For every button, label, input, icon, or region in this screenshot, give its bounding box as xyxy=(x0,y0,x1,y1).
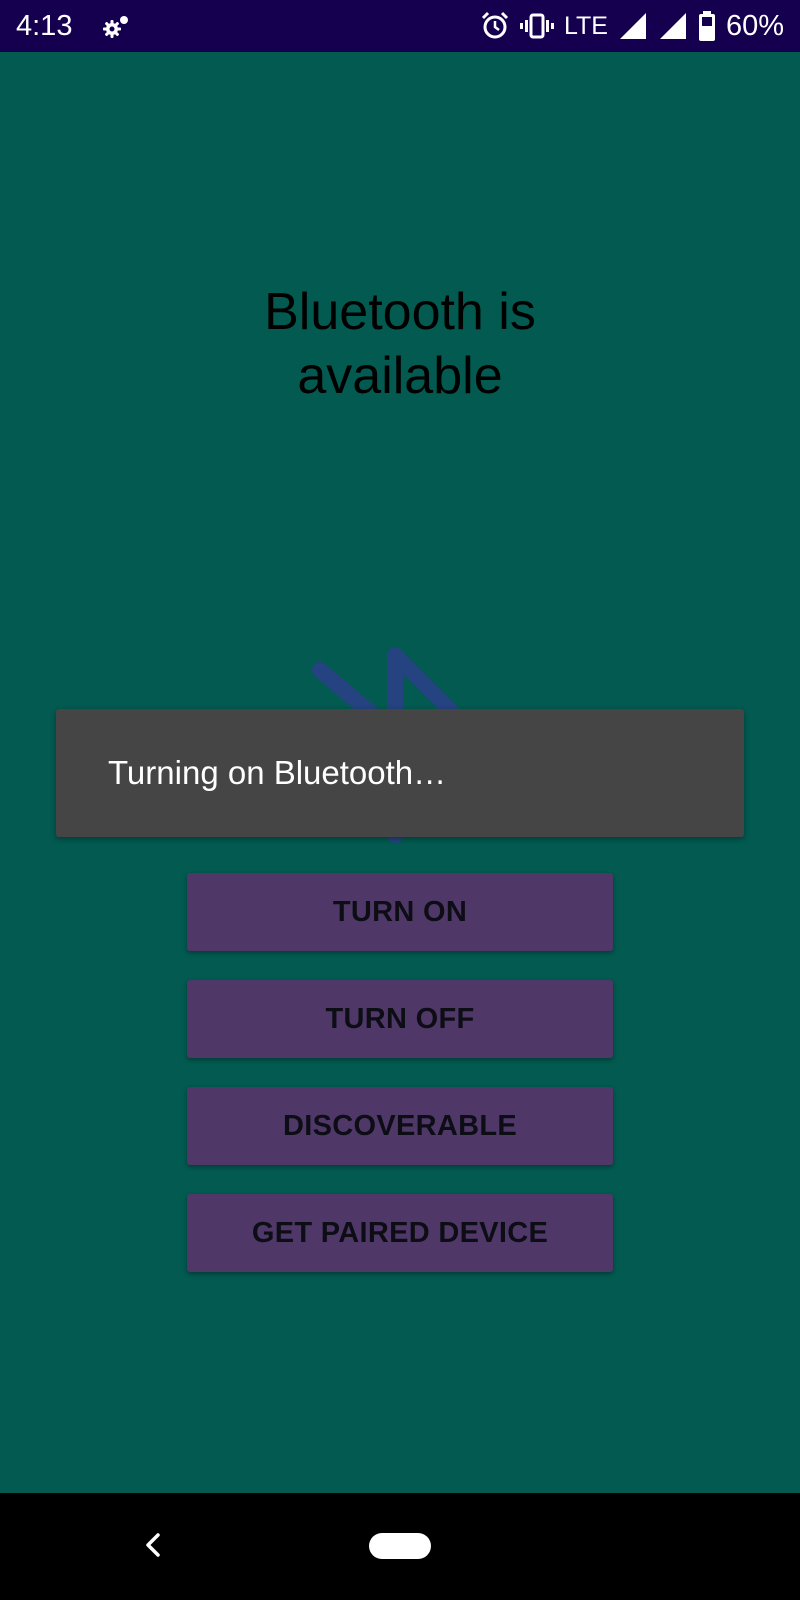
battery-percentage: 60% xyxy=(725,10,784,42)
status-line-1: Bluetooth is xyxy=(264,283,536,341)
bluetooth-status-text: Bluetooth is available xyxy=(0,280,800,408)
vibrate-icon xyxy=(519,13,554,39)
toast-text: Turning on Bluetooth… xyxy=(108,754,447,791)
discoverable-button[interactable]: DISCOVERABLE xyxy=(187,1087,613,1165)
network-type: LTE xyxy=(563,12,608,40)
status-time: 4:13 xyxy=(16,10,73,42)
toast-message: Turning on Bluetooth… xyxy=(56,709,744,837)
home-icon[interactable] xyxy=(369,1533,431,1559)
battery-icon xyxy=(698,11,715,41)
alarm-icon xyxy=(481,11,509,39)
signal-icon xyxy=(659,13,686,39)
turn-on-button[interactable]: TURN ON xyxy=(187,873,613,951)
status-line-2: available xyxy=(297,347,503,405)
settings-icon xyxy=(103,16,128,38)
navigation-bar xyxy=(0,1493,800,1600)
status-bar: 4:13 LTE 60% xyxy=(0,0,800,52)
signal-icon xyxy=(619,13,646,39)
back-icon[interactable] xyxy=(138,1525,168,1565)
turn-off-button[interactable]: TURN OFF xyxy=(187,980,613,1058)
get-paired-device-button[interactable]: GET PAIRED DEVICE xyxy=(187,1194,613,1272)
status-icons: LTE 60% xyxy=(480,8,784,44)
